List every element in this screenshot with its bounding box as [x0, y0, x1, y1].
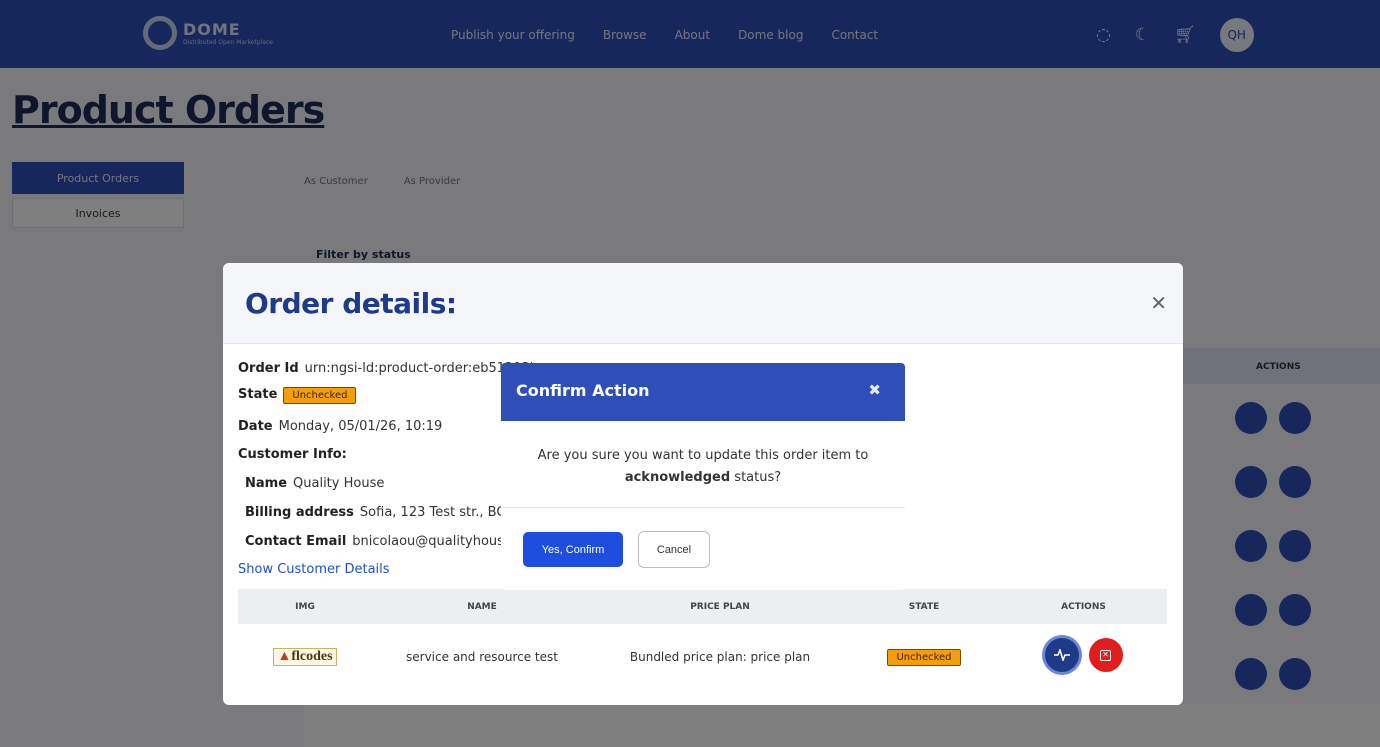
status-badge: Unchecked — [283, 387, 357, 404]
product-name: service and resource test — [406, 649, 558, 664]
show-customer-details-link[interactable]: Show Customer Details — [238, 562, 390, 577]
order-items-table: IMG NAME PRICE PLAN STATE ACTIONS ▲flcod… — [238, 589, 1167, 686]
col-name: NAME — [467, 601, 497, 612]
product-logo: ▲flcodes — [273, 647, 337, 666]
cancel-item-button[interactable]: ✕ — [1088, 638, 1123, 672]
state-cell: Unchecked — [848, 645, 1000, 666]
col-img: IMG — [295, 601, 315, 612]
activity-icon — [1053, 649, 1070, 661]
close-icon[interactable]: ✖ — [868, 381, 881, 399]
product-name-cell: service and resource test — [372, 646, 592, 665]
order-details-title: Order details: — [245, 287, 457, 320]
col-state: STATE — [908, 601, 940, 612]
product-image-cell: ▲flcodes — [238, 645, 372, 666]
confirm-message-status: acknowledged — [624, 470, 731, 485]
confirm-action-dialog: Confirm Action ✖ Are you sure you want t… — [501, 363, 905, 590]
close-icon[interactable]: ✕ — [1150, 291, 1167, 315]
confirm-message-tail: status? — [734, 470, 782, 485]
col-price-plan: PRICE PLAN — [690, 601, 750, 612]
billing-address-label: Billing address — [245, 505, 354, 520]
confirm-dialog-message: Are you sure you want to update this ord… — [501, 421, 905, 508]
confirm-dialog-footer: Yes, Confirm Cancel — [501, 508, 905, 590]
price-plan-cell: Bundled price plan: price plan — [592, 646, 848, 665]
contact-email-label: Contact Email — [245, 534, 347, 549]
confirm-dialog-title: Confirm Action — [516, 381, 650, 400]
order-details-header: Order details: ✕ — [223, 263, 1183, 344]
date-value: Monday, 05/01/26, 10:19 — [278, 419, 443, 434]
actions-cell: ✕ — [1000, 638, 1167, 672]
state-label: State — [238, 387, 278, 402]
order-items-header: IMG NAME PRICE PLAN STATE ACTIONS — [238, 589, 1167, 624]
state-field: State Unchecked — [238, 387, 357, 404]
customer-name-field: Name Quality House — [245, 476, 384, 491]
status-badge: Unchecked — [887, 648, 961, 666]
update-status-button[interactable] — [1044, 638, 1079, 672]
customer-name-label: Name — [245, 476, 288, 491]
order-id-label: Order Id — [238, 361, 299, 376]
close-square-icon: ✕ — [1100, 649, 1111, 661]
confirm-message-text: Are you sure you want to update this ord… — [537, 448, 869, 463]
customer-name-value: Quality House — [293, 476, 385, 491]
date-label: Date — [238, 419, 273, 434]
price-plan: Bundled price plan: price plan — [629, 649, 811, 664]
cancel-button[interactable]: Cancel — [638, 531, 710, 568]
table-row: ▲flcodes service and resource test Bundl… — [238, 624, 1167, 686]
date-field: Date Monday, 05/01/26, 10:19 — [238, 419, 442, 434]
order-id-field: Order Id urn:ngsi-ld:product-order:eb5129… — [238, 361, 538, 376]
yes-confirm-button[interactable]: Yes, Confirm — [523, 532, 623, 567]
contact-email-field: Contact Email bnicolaou@qualityhouse.cor — [245, 534, 537, 549]
confirm-dialog-header: Confirm Action ✖ — [501, 363, 905, 421]
customer-info-heading: Customer Info: — [238, 447, 347, 462]
col-actions: ACTIONS — [1061, 601, 1106, 612]
